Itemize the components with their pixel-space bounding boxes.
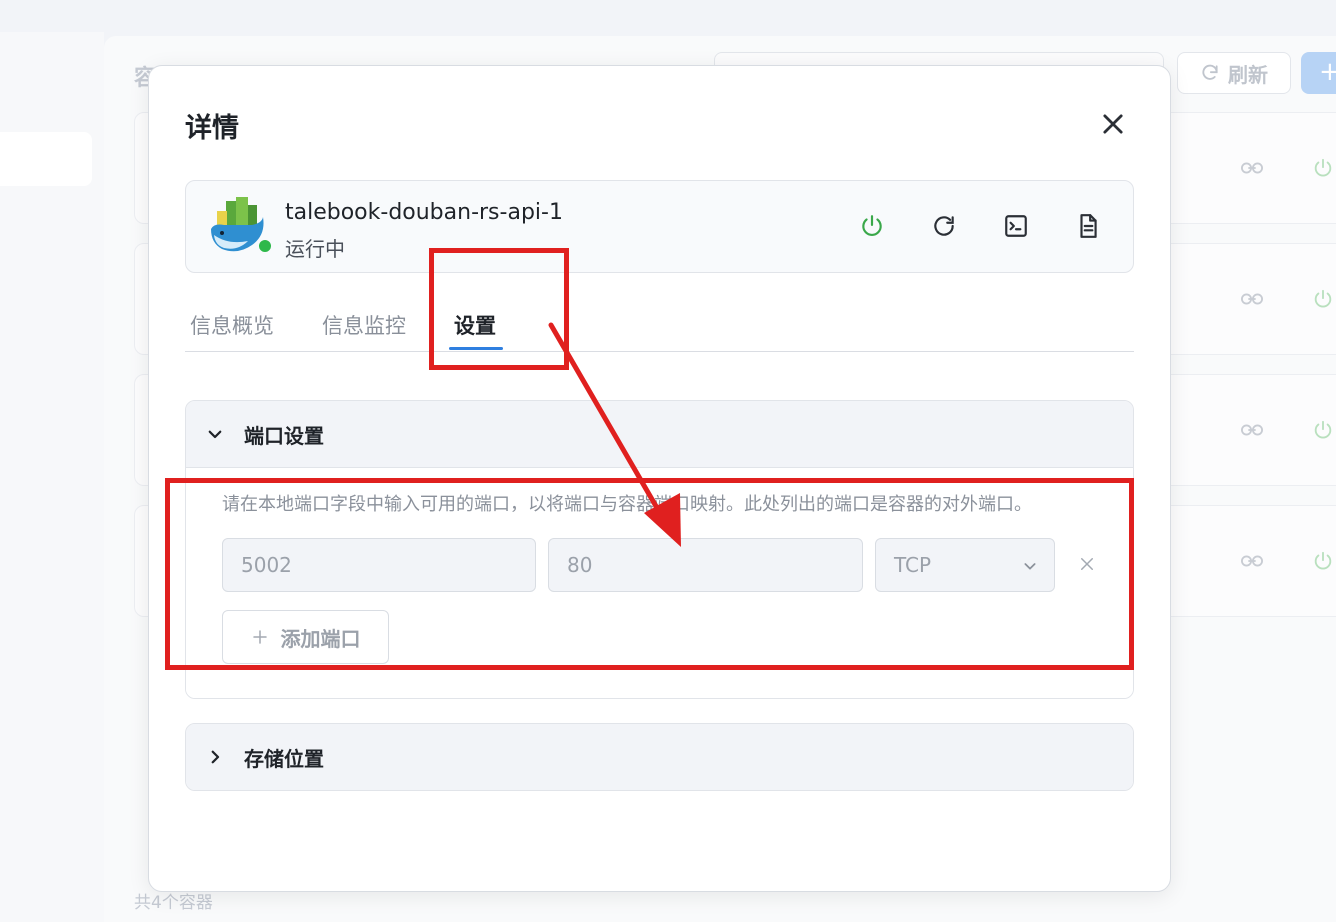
sidebar-item-active[interactable] <box>0 132 92 186</box>
chevron-down-icon <box>208 430 222 439</box>
refresh-icon <box>1202 64 1218 80</box>
power-icon[interactable] <box>1312 419 1334 441</box>
link-icon[interactable] <box>1241 161 1263 175</box>
container-card: talebook-douban-rs-api-1 运行中 <box>185 180 1134 273</box>
refresh-button[interactable]: 刷新 <box>1177 52 1291 94</box>
power-icon[interactable] <box>1312 157 1334 179</box>
storage-title: 存储位置 <box>244 746 324 771</box>
annotation-box-port-settings <box>165 478 1134 670</box>
terminal-icon[interactable] <box>1003 213 1029 239</box>
storage-section: 存储位置 <box>185 723 1134 791</box>
log-file-icon[interactable] <box>1075 213 1101 239</box>
storage-header[interactable]: 存储位置 <box>186 724 1133 790</box>
tab-overview[interactable]: 信息概览 <box>190 310 274 340</box>
sidebar <box>0 32 104 922</box>
container-name: talebook-douban-rs-api-1 <box>285 200 563 225</box>
tab-bar: 信息概览 信息监控 设置 <box>185 296 1134 352</box>
top-bar <box>0 0 1336 32</box>
restart-icon[interactable] <box>931 213 957 239</box>
annotation-box-settings-tab <box>429 248 569 370</box>
status-indicator <box>256 237 274 255</box>
port-settings-header[interactable]: 端口设置 <box>186 401 1133 467</box>
modal-title: 详情 <box>185 113 239 144</box>
link-icon[interactable] <box>1241 292 1263 306</box>
close-icon[interactable] <box>1099 110 1127 138</box>
tab-monitoring[interactable]: 信息监控 <box>322 310 406 340</box>
power-icon[interactable] <box>859 213 885 239</box>
add-container-button[interactable]: + <box>1301 52 1336 94</box>
chevron-right-icon <box>211 750 220 764</box>
link-icon[interactable] <box>1241 554 1263 568</box>
power-icon[interactable] <box>1312 288 1334 310</box>
container-status: 运行中 <box>285 237 345 261</box>
link-icon[interactable] <box>1241 423 1263 437</box>
refresh-label: 刷新 <box>1228 62 1268 87</box>
port-settings-title: 端口设置 <box>244 423 324 448</box>
power-icon[interactable] <box>1312 550 1334 572</box>
